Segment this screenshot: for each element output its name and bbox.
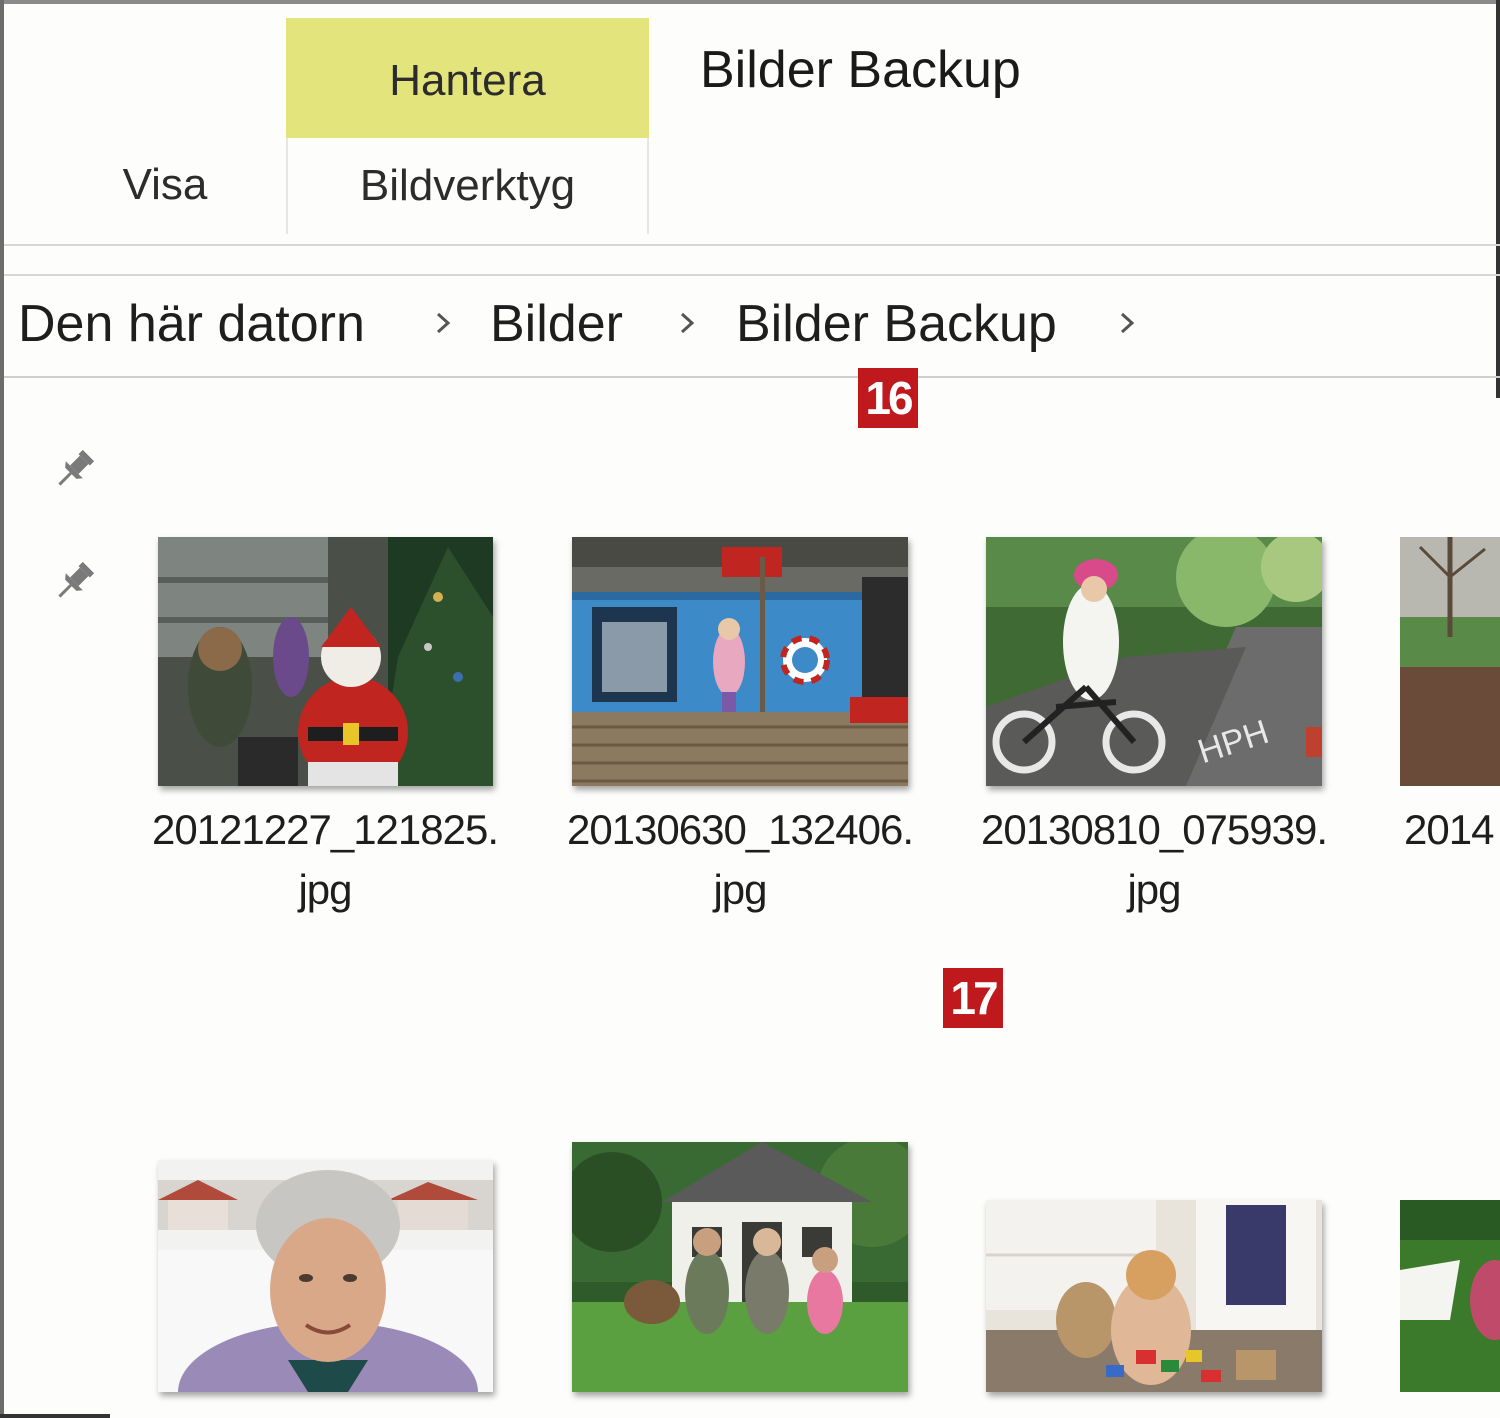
file-name-base: 20121227_121825. <box>151 806 499 853</box>
window-border-bottom <box>0 1414 110 1418</box>
address-bar-top-border <box>4 274 1500 276</box>
address-bar-bottom-border <box>4 376 1500 378</box>
tab-visa[interactable]: Visa <box>60 160 270 210</box>
photo-thumbnail-toddler[interactable] <box>986 1200 1322 1392</box>
chevron-right-icon[interactable] <box>672 308 702 338</box>
window-border-right <box>1496 0 1500 398</box>
window-title: Bilder Backup <box>700 41 1021 99</box>
photo-thumbnail-park[interactable] <box>1400 537 1500 786</box>
photo-thumbnail-garden-house[interactable] <box>572 1142 908 1392</box>
file-name-base: 20130630_132406. <box>566 806 914 853</box>
photo-thumbnail-portrait[interactable] <box>158 1160 493 1392</box>
breadcrumb-item-bilder-backup[interactable]: Bilder Backup <box>736 294 1057 354</box>
pin-icon[interactable] <box>48 554 102 608</box>
file-name-base: 2014 <box>1404 806 1494 853</box>
tab-bildverktyg[interactable]: Bildverktyg <box>286 138 649 234</box>
chevron-right-icon[interactable] <box>428 308 458 338</box>
pin-icon[interactable] <box>48 442 102 496</box>
chevron-right-icon[interactable] <box>1112 308 1142 338</box>
photo-thumbnail-playhouse[interactable] <box>572 537 908 786</box>
tab-bildverktyg-label: Bildverktyg <box>359 161 576 210</box>
window-border-top <box>0 0 1500 4</box>
callout-badge: 16 <box>858 368 918 428</box>
file-name-base: 20130810_075939. <box>980 806 1328 853</box>
file-name[interactable]: 20130630_132406. jpg <box>545 800 935 920</box>
photo-thumbnail-bike[interactable]: HPH <box>986 537 1322 786</box>
photo-thumbnail-lawn[interactable] <box>1400 1200 1500 1392</box>
breadcrumb-item-den-har-datorn[interactable]: Den här datorn <box>18 294 365 354</box>
file-name[interactable]: 20121227_121825. jpg <box>130 800 520 920</box>
file-name-ext: jpg <box>713 866 767 913</box>
tab-hantera-label: Hantera <box>389 56 546 105</box>
ribbon-divider <box>4 244 1500 246</box>
file-name[interactable]: 2014 <box>1404 800 1494 860</box>
file-name-ext: jpg <box>1127 866 1181 913</box>
file-name-ext: jpg <box>298 866 352 913</box>
tab-hantera[interactable]: Hantera <box>286 18 649 138</box>
file-name[interactable]: 20130810_075939. jpg <box>959 800 1349 920</box>
callout-badge: 17 <box>943 968 1003 1028</box>
window-border-left <box>0 0 4 1418</box>
photo-thumbnail-santa[interactable] <box>158 537 493 786</box>
breadcrumb-item-bilder[interactable]: Bilder <box>490 294 623 354</box>
